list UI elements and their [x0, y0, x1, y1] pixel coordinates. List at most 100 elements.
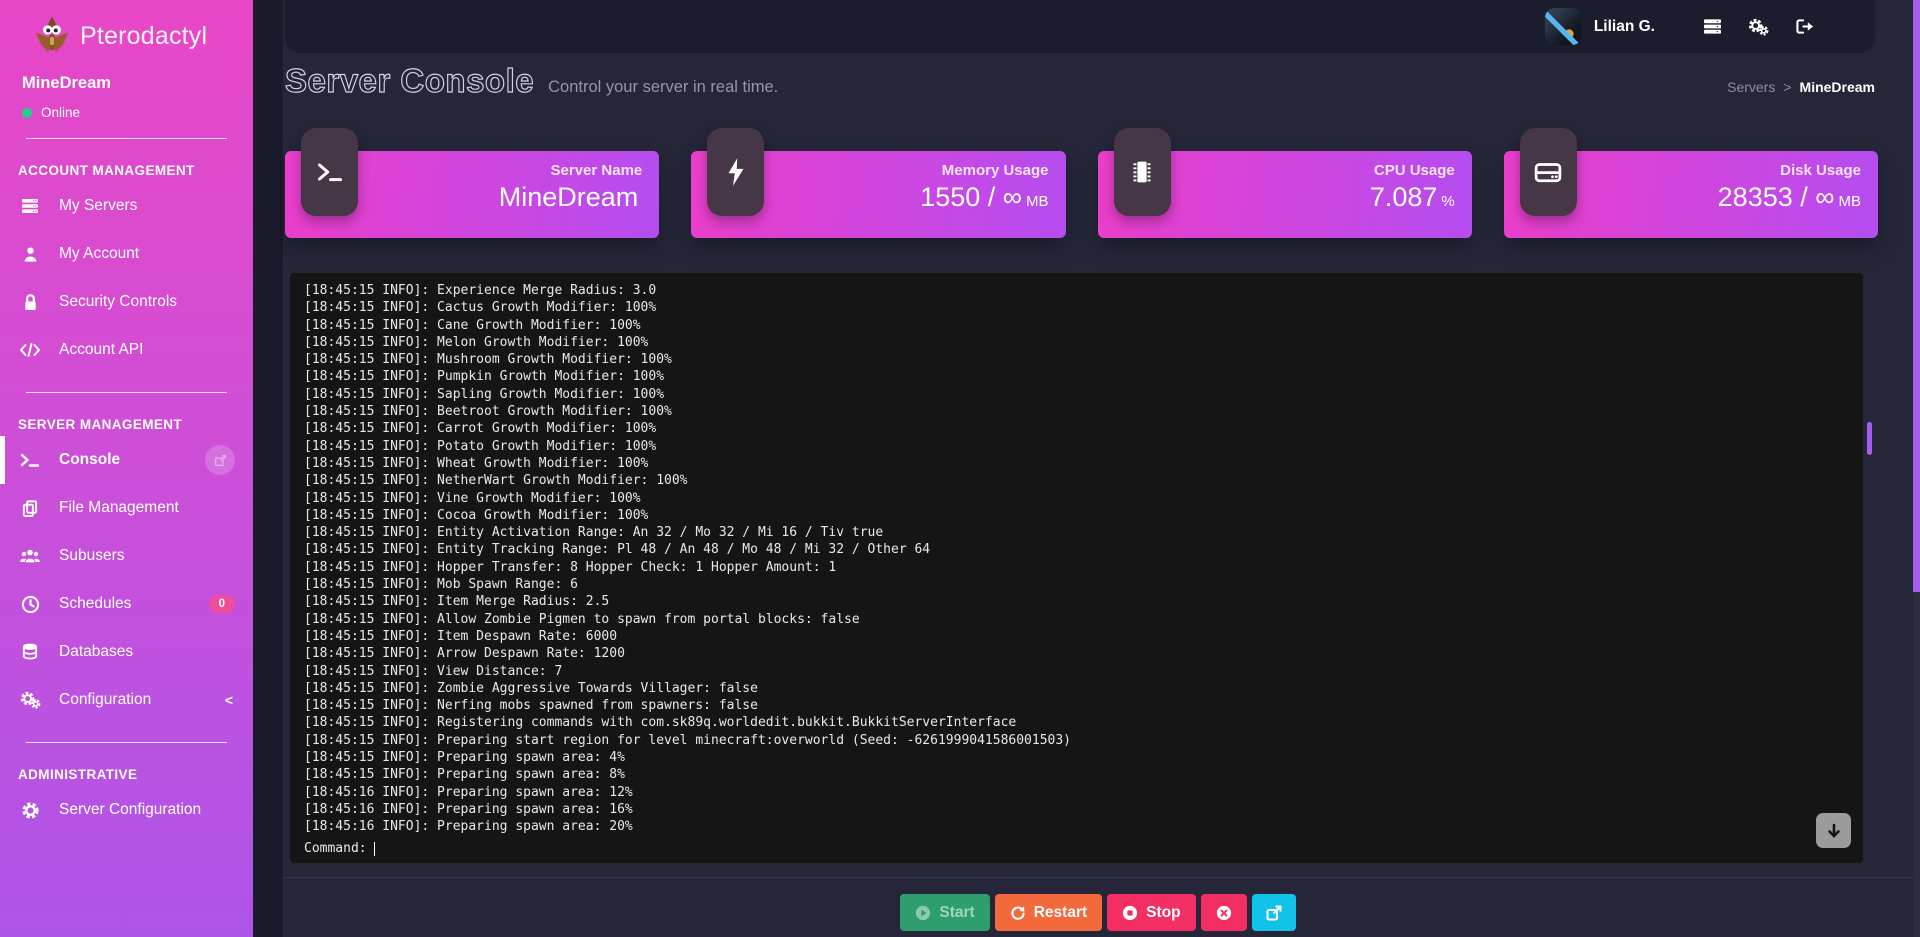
start-button[interactable]: Start: [900, 894, 989, 931]
sidebar-item-label: Configuration: [59, 691, 151, 709]
stat-unit: MB: [1026, 193, 1049, 210]
stat-label: Server Name: [499, 162, 643, 179]
bolt-icon: [707, 128, 764, 216]
sidebar-item-label: Security Controls: [59, 293, 177, 311]
online-status-dot: [22, 108, 32, 118]
console-external-link-badge[interactable]: [205, 445, 235, 475]
database-icon: [19, 643, 41, 662]
sidebar-item-account-api[interactable]: Account API: [0, 326, 253, 374]
external-link-icon: [1265, 904, 1283, 922]
console-line: [18:45:15 INFO]: NetherWart Growth Modif…: [304, 472, 1849, 489]
console-line: [18:45:15 INFO]: Melon Growth Modifier: …: [304, 334, 1849, 351]
console-line: [18:45:15 INFO]: Experience Merge Radius…: [304, 282, 1849, 299]
files-icon: [19, 499, 41, 518]
console-line: [18:45:15 INFO]: Nerfing mobs spawned fr…: [304, 697, 1849, 714]
sign-out-icon[interactable]: [1781, 18, 1827, 35]
text-cursor: [374, 842, 376, 856]
brand[interactable]: Pterodactyl: [0, 0, 253, 66]
brand-name: Pterodactyl: [80, 22, 207, 51]
breadcrumb-servers[interactable]: Servers: [1727, 79, 1775, 95]
stop-button[interactable]: Stop: [1107, 894, 1195, 931]
sidebar-item-console[interactable]: Console: [0, 436, 253, 484]
console-line: [18:45:15 INFO]: Preparing spawn area: 8…: [304, 766, 1849, 783]
stat-card-server-name: Server Name MineDream: [285, 151, 659, 238]
gear-icon: [19, 801, 41, 820]
restart-button[interactable]: Restart: [995, 894, 1102, 931]
sidebar-item-label: Databases: [59, 643, 133, 661]
breadcrumb-separator: >: [1783, 79, 1791, 95]
sidebar-divider: [26, 138, 227, 139]
stat-value: 28353 / ∞: [1718, 182, 1835, 212]
console-line: [18:45:16 INFO]: Preparing spawn area: 1…: [304, 801, 1849, 818]
sidebar-item-my-servers[interactable]: My Servers: [0, 182, 253, 230]
scroll-to-bottom-button[interactable]: [1816, 813, 1851, 848]
console-line: [18:45:15 INFO]: View Distance: 7: [304, 663, 1849, 680]
power-actions: Start Restart Stop: [283, 894, 1913, 931]
console-line: [18:45:15 INFO]: Beetroot Growth Modifie…: [304, 403, 1849, 420]
lock-icon: [19, 293, 41, 312]
console-line: [18:45:15 INFO]: Arrow Despawn Rate: 120…: [304, 645, 1849, 662]
sidebar-item-security-controls[interactable]: Security Controls: [0, 278, 253, 326]
console-line: [18:45:15 INFO]: Preparing spawn area: 4…: [304, 749, 1849, 766]
command-prompt-label: Command:: [304, 841, 367, 856]
sidebar-item-subusers[interactable]: Subusers: [0, 532, 253, 580]
pterodactyl-logo-icon: [34, 16, 70, 56]
open-external-console-button[interactable]: [1252, 894, 1296, 931]
servers-icon[interactable]: [1689, 18, 1735, 35]
gears-icon[interactable]: [1735, 18, 1781, 36]
schedules-count-badge: 0: [209, 595, 235, 613]
console-line: [18:45:16 INFO]: Preparing spawn area: 2…: [304, 818, 1849, 835]
sidebar-item-label: File Management: [59, 499, 179, 517]
sidebar-item-label: My Account: [59, 245, 139, 263]
breadcrumb: Servers > MineDream: [1727, 79, 1875, 95]
console-line: [18:45:15 INFO]: Wheat Growth Modifier: …: [304, 455, 1849, 472]
terminal-icon: [301, 128, 358, 216]
user-name: Lilian G.: [1594, 18, 1655, 36]
page-header: Server Console Control your server in re…: [285, 62, 1875, 100]
console-line: [18:45:15 INFO]: Cane Growth Modifier: 1…: [304, 317, 1849, 334]
console-line: [18:45:15 INFO]: Potato Growth Modifier:…: [304, 438, 1849, 455]
user-avatar[interactable]: [1545, 8, 1582, 45]
stat-label: Disk Usage: [1718, 162, 1861, 179]
stat-label: Memory Usage: [920, 162, 1048, 179]
stat-cards: Server Name MineDream Memory Usage 1550 …: [285, 151, 1878, 238]
stat-value: 7.087: [1370, 182, 1438, 212]
server-console: [18:45:15 INFO]: Experience Merge Radius…: [290, 273, 1863, 863]
kill-button[interactable]: [1201, 894, 1247, 931]
x-circle-icon: [1216, 905, 1232, 921]
stat-unit: %: [1441, 193, 1454, 210]
user-icon: [19, 245, 41, 264]
topbar: Lilian G.: [285, 0, 1875, 53]
sidebar-item-label: My Servers: [59, 197, 137, 215]
section-title-administrative: ADMINISTRATIVE: [18, 767, 235, 782]
online-status-label: Online: [41, 105, 80, 120]
console-line: [18:45:15 INFO]: Carrot Growth Modifier:…: [304, 420, 1849, 437]
sidebar-item-file-management[interactable]: File Management: [0, 484, 253, 532]
sidebar-item-server-configuration[interactable]: Server Configuration: [0, 786, 253, 834]
console-line: [18:45:15 INFO]: Entity Tracking Range: …: [304, 541, 1849, 558]
page-scrollbar-thumb[interactable]: [1913, 0, 1920, 592]
command-input[interactable]: Command:: [304, 841, 375, 856]
console-line: [18:45:15 INFO]: Cactus Growth Modifier:…: [304, 299, 1849, 316]
sidebar-item-my-account[interactable]: My Account: [0, 230, 253, 278]
console-line: [18:45:15 INFO]: Preparing start region …: [304, 732, 1849, 749]
breadcrumb-current: MineDream: [1800, 79, 1875, 95]
sidebar-item-databases[interactable]: Databases: [0, 628, 253, 676]
page-title: Server Console: [285, 62, 534, 100]
page-scrollbar: [1913, 0, 1920, 937]
chip-icon: [1114, 128, 1171, 216]
sidebar-item-configuration[interactable]: Configuration <: [0, 676, 253, 724]
sidebar-item-schedules[interactable]: Schedules 0: [0, 580, 253, 628]
stat-card-memory: Memory Usage 1550 / ∞MB: [691, 151, 1065, 238]
console-scrollbar-thumb[interactable]: [1867, 422, 1872, 455]
console-line: [18:45:15 INFO]: Hopper Transfer: 8 Hopp…: [304, 559, 1849, 576]
hdd-icon: [1520, 128, 1577, 216]
console-line: [18:45:15 INFO]: Registering commands wi…: [304, 714, 1849, 731]
console-line: [18:45:15 INFO]: Sapling Growth Modifier…: [304, 386, 1849, 403]
stat-value: MineDream: [499, 182, 639, 212]
app-root: Pterodactyl MineDream Online ACCOUNT MAN…: [0, 0, 1920, 937]
console-line: [18:45:15 INFO]: Vine Growth Modifier: 1…: [304, 490, 1849, 507]
console-line: [18:45:15 INFO]: Mob Spawn Range: 6: [304, 576, 1849, 593]
users-icon: [19, 548, 41, 565]
section-title-server: SERVER MANAGEMENT: [18, 417, 235, 432]
